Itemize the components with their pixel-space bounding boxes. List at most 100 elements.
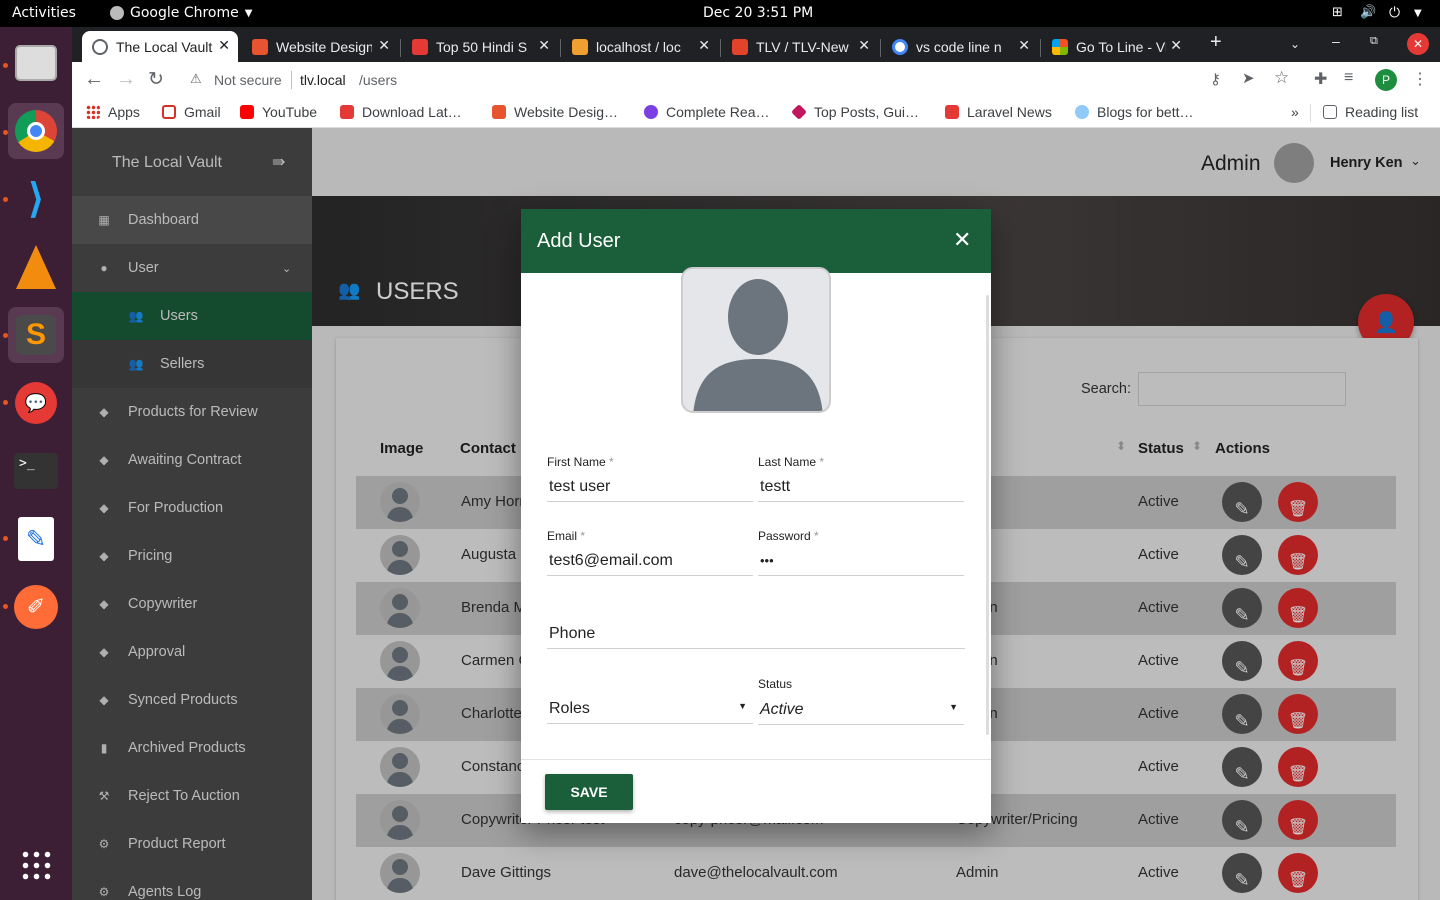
clock[interactable]: Dec 20 3:51 PM: [703, 5, 813, 21]
power-icon[interactable]: ⏻: [1389, 5, 1400, 21]
laravel-news-icon: [945, 105, 959, 119]
site-favicon-icon: [252, 38, 268, 55]
apps-grid-icon: [86, 105, 100, 119]
tab-title: Top 50 Hindi S: [436, 38, 528, 55]
roles-select[interactable]: Roles ▼: [547, 694, 753, 724]
show-apps-icon[interactable]: [8, 837, 64, 893]
vlc-app-icon[interactable]: [8, 239, 64, 295]
new-tab-icon[interactable]: +: [1210, 31, 1222, 54]
tab-search-chevron-icon[interactable]: ⌄: [1290, 37, 1300, 51]
close-tab-icon[interactable]: ✕: [858, 37, 870, 54]
close-tab-icon[interactable]: ✕: [1170, 37, 1182, 54]
bookmarks-bar: Apps Gmail YouTube Download Lat… Website…: [72, 98, 1440, 128]
avatar-upload[interactable]: [681, 267, 831, 413]
omnibox[interactable]: ⚠ Not secure tlv.local /users ⚷ ➤ ☆: [176, 63, 1304, 97]
reading-list-button[interactable]: Reading list: [1323, 104, 1418, 120]
user-placeholder-icon: [693, 279, 823, 411]
warning-icon[interactable]: ⚠: [190, 71, 202, 87]
first-name-label-text: First Name: [547, 455, 606, 469]
status-select[interactable]: Active ▼: [758, 695, 964, 725]
first-name-field[interactable]: test user: [547, 472, 753, 502]
bookmark-top-posts[interactable]: Top Posts, Gui…: [791, 104, 920, 120]
activities-button[interactable]: Activities: [12, 5, 76, 21]
bookmark-label: Laravel News: [967, 104, 1052, 120]
key-icon[interactable]: ⚷: [1210, 70, 1221, 88]
back-icon[interactable]: ←: [84, 68, 104, 91]
bookmarks-overflow-icon[interactable]: »: [1291, 104, 1299, 120]
bookmark-laravel-news[interactable]: Laravel News: [945, 104, 1052, 120]
tab-title: vs code line n: [916, 38, 1002, 55]
bookmark-label: Download Lat…: [362, 104, 462, 120]
restore-icon[interactable]: ⧉: [1370, 35, 1378, 48]
site-favicon-icon: [1075, 105, 1089, 119]
terminal-app-icon[interactable]: >_: [8, 443, 64, 499]
gmail-icon: [162, 105, 176, 119]
vscode-app-icon[interactable]: ⟩: [8, 171, 64, 227]
password-field[interactable]: •••: [758, 546, 964, 576]
url-path: /users: [359, 72, 398, 88]
tab-localhost[interactable]: localhost / loc ✕: [562, 31, 718, 62]
email-field[interactable]: test6@email.com: [547, 546, 753, 576]
last-name-field[interactable]: testt: [758, 472, 964, 502]
last-name-label-text: Last Name: [758, 455, 817, 469]
password-label-text: Password: [758, 529, 811, 543]
rocketchat-app-icon[interactable]: 💬: [8, 375, 64, 431]
bookmark-website-design[interactable]: Website Desig…: [492, 104, 618, 120]
tab-title: The Local Vault: [116, 38, 213, 55]
required-mark: *: [814, 529, 819, 543]
postman-app-icon[interactable]: ✐: [8, 579, 64, 635]
send-icon[interactable]: ➤: [1242, 69, 1255, 87]
close-tab-icon[interactable]: ✕: [538, 37, 550, 54]
bookmark-complete-react[interactable]: Complete Rea…: [644, 104, 770, 120]
forward-icon[interactable]: →: [116, 68, 136, 91]
phpmyadmin-icon: [572, 38, 588, 55]
tab-website-design[interactable]: Website Design ✕: [242, 31, 398, 62]
star-icon[interactable]: ☆: [1274, 68, 1289, 88]
bookmark-apps[interactable]: Apps: [86, 104, 140, 120]
phone-field[interactable]: Phone: [547, 619, 965, 649]
files-app-icon[interactable]: [8, 35, 64, 91]
text-editor-app-icon[interactable]: ✎: [8, 511, 64, 567]
media-icon[interactable]: ≡: [1344, 69, 1353, 87]
kebab-menu-icon[interactable]: ⋮: [1412, 69, 1428, 89]
dropdown-caret-icon: ▼: [949, 702, 958, 712]
minimize-icon[interactable]: –: [1332, 33, 1340, 49]
google-icon: [892, 38, 908, 55]
bookmark-label: Top Posts, Gui…: [814, 104, 920, 120]
extensions-icon[interactable]: ✚: [1314, 69, 1327, 89]
chrome-icon: [110, 6, 124, 20]
tab-top-50-hindi[interactable]: Top 50 Hindi S ✕: [402, 31, 558, 62]
bookmark-download[interactable]: Download Lat…: [340, 104, 462, 120]
close-tab-icon[interactable]: ✕: [1018, 37, 1030, 54]
close-window-icon[interactable]: ✕: [1407, 33, 1429, 55]
close-icon[interactable]: ✕: [953, 227, 971, 253]
chrome-app-icon[interactable]: [8, 103, 64, 159]
sublime-app-icon[interactable]: S: [8, 307, 64, 363]
tab-tlv-new[interactable]: TLV / TLV-New ✕: [722, 31, 878, 62]
reload-icon[interactable]: ↻: [148, 68, 164, 91]
close-tab-icon[interactable]: ✕: [698, 37, 710, 54]
os-top-bar: Activities Google Chrome ▼ Dec 20 3:51 P…: [0, 0, 1440, 27]
network-icon[interactable]: ⊞: [1332, 5, 1343, 20]
password-label: Password *: [758, 529, 819, 543]
app-menu[interactable]: Google Chrome ▼: [110, 5, 252, 21]
close-tab-icon[interactable]: ✕: [378, 37, 390, 54]
youtube-icon: [240, 105, 254, 119]
tab-the-local-vault[interactable]: The Local Vault ✕: [82, 31, 238, 62]
globe-icon: [92, 38, 108, 55]
save-button[interactable]: SAVE: [545, 774, 633, 810]
bookmark-label: Gmail: [184, 104, 221, 120]
bookmark-gmail[interactable]: Gmail: [162, 104, 221, 120]
bookmark-youtube[interactable]: YouTube: [240, 104, 317, 120]
volume-icon[interactable]: 🔊: [1360, 5, 1376, 20]
site-favicon-icon: [340, 105, 354, 119]
tab-title: Go To Line - Vi: [1076, 38, 1166, 55]
close-tab-icon[interactable]: ✕: [218, 37, 230, 54]
dock: ⟩ S 💬 >_ ✎ ✐: [0, 27, 72, 900]
tab-go-to-line[interactable]: Go To Line - Vi ✕: [1042, 31, 1190, 62]
modal-scrollbar[interactable]: [986, 295, 989, 735]
bookmark-blogs[interactable]: Blogs for bett…: [1075, 104, 1194, 120]
profile-avatar[interactable]: P: [1375, 69, 1397, 91]
tab-vs-code-line[interactable]: vs code line n ✕: [882, 31, 1038, 62]
system-menu-caret-icon[interactable]: ▼: [1414, 8, 1422, 19]
